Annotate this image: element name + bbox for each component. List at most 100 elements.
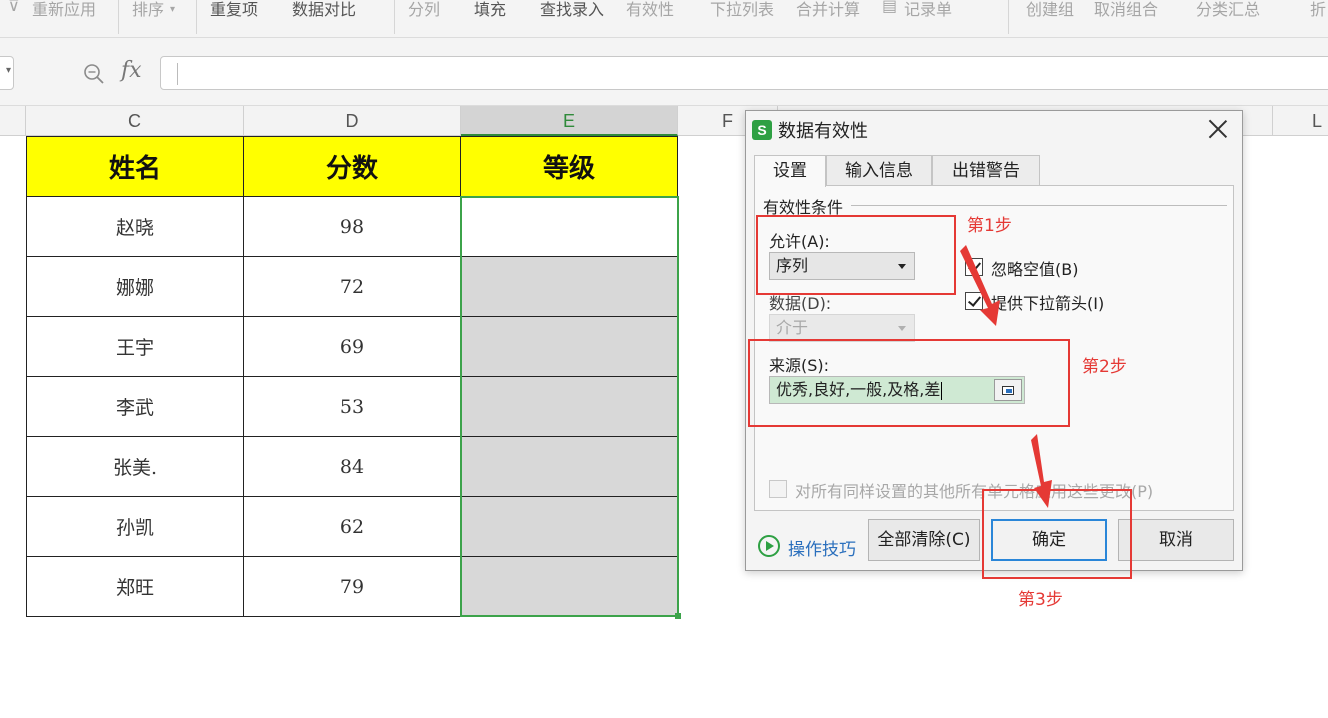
allow-select-value: 序列 (776, 256, 809, 275)
cell-name[interactable]: 王宇 (26, 316, 244, 377)
cell-name[interactable]: 娜娜 (26, 256, 244, 317)
dialog-title: 数据有效性 (778, 121, 868, 142)
cell-name[interactable]: 赵晓 (26, 196, 244, 257)
header-cell-name[interactable]: 姓名 (26, 136, 244, 197)
step3-annotation: 第3步 (1018, 590, 1063, 610)
record-form-button[interactable]: 记录单 (904, 0, 952, 20)
cell-score[interactable]: 62 (243, 496, 461, 557)
split-column-button[interactable]: 分列 (408, 0, 440, 20)
allow-select[interactable]: 序列 (769, 252, 915, 280)
column-header-l[interactable]: L (1272, 106, 1328, 136)
data-validation-dialog: S 数据有效性 设置 输入信息 出错警告 有效性条件 允许(A): 序列 忽略空… (745, 110, 1243, 571)
name-box-dropdown-icon[interactable]: ▾ (6, 65, 11, 76)
cell-score[interactable]: 72 (243, 256, 461, 317)
table-row: 王宇 69 (26, 316, 678, 377)
cell-score[interactable]: 79 (243, 556, 461, 617)
subtotal-button[interactable]: 分类汇总 (1196, 0, 1260, 20)
tab-input-message[interactable]: 输入信息 (826, 155, 932, 185)
chevron-down-icon (898, 326, 906, 331)
sort-dropdown-icon[interactable]: ▾ (170, 4, 175, 15)
ribbon-toolbar: ⊽ 重新应用 排序 ▾ 重复项 数据对比 分列 填充 查找录入 有效性 下拉列表… (0, 0, 1328, 38)
validity-button[interactable]: 有效性 (626, 0, 674, 20)
data-compare-button[interactable]: 数据对比 (292, 0, 356, 20)
cell-grade[interactable] (460, 316, 678, 377)
data-select-value: 介于 (776, 318, 809, 337)
ungroup-button[interactable]: 取消组合 (1094, 0, 1158, 20)
tab-error-alert[interactable]: 出错警告 (932, 155, 1040, 185)
tips-link[interactable]: 操作技巧 (788, 535, 856, 560)
cell-name[interactable]: 郑旺 (26, 556, 244, 617)
table-row: 娜娜 72 (26, 256, 678, 317)
column-header-d[interactable]: D (244, 106, 461, 136)
wps-logo-icon: S (752, 120, 772, 140)
duplicates-button[interactable]: 重复项 (210, 0, 258, 20)
table-row: 赵晓 98 (26, 196, 678, 257)
cancel-button[interactable]: 取消 (1118, 519, 1234, 561)
consolidate-button[interactable]: 合并计算 (796, 0, 860, 20)
collapse-button[interactable]: 折 (1310, 0, 1326, 20)
create-group-button[interactable]: 创建组 (1026, 0, 1074, 20)
dropdown-list-button[interactable]: 下拉列表 (710, 0, 774, 20)
name-box[interactable]: ▾ (0, 56, 14, 90)
validity-criteria-label: 有效性条件 (763, 194, 846, 218)
column-header-b[interactable] (0, 106, 26, 136)
reapply-button[interactable]: 重新应用 (32, 0, 96, 20)
apply-all-label: 对所有同样设置的其他所有单元格应用这些更改(P) (795, 482, 1154, 501)
cell-score[interactable]: 84 (243, 436, 461, 497)
data-select: 介于 (769, 314, 915, 342)
data-label: 数据(D): (769, 294, 832, 313)
formula-bar: ▾ fx (0, 38, 1328, 106)
column-header-c[interactable]: C (26, 106, 244, 136)
header-cell-score[interactable]: 分数 (243, 136, 461, 197)
fill-handle[interactable] (675, 613, 681, 619)
ignore-blank-label[interactable]: 忽略空值(B) (991, 256, 1078, 280)
in-cell-dropdown-label[interactable]: 提供下拉箭头(I) (991, 290, 1104, 314)
chevron-down-icon (898, 264, 906, 269)
header-cell-grade[interactable]: 等级 (460, 136, 678, 197)
tab-settings[interactable]: 设置 (754, 155, 826, 187)
table-row: 郑旺 79 (26, 556, 678, 617)
group-divider (851, 205, 1227, 206)
ok-button[interactable]: 确定 (991, 519, 1107, 561)
cell-score[interactable]: 98 (243, 196, 461, 257)
cell-name[interactable]: 张美. (26, 436, 244, 497)
in-cell-dropdown-checkbox[interactable] (965, 292, 983, 310)
play-tips-icon[interactable] (758, 535, 780, 557)
source-input-value: 优秀,良好,一般,及格,差 (776, 380, 941, 399)
cell-grade[interactable] (460, 256, 678, 317)
fill-button[interactable]: 填充 (474, 0, 506, 20)
cell-score[interactable]: 69 (243, 316, 461, 377)
table-row: 孙凯 62 (26, 496, 678, 557)
cell-name[interactable]: 李武 (26, 376, 244, 437)
cell-grade[interactable] (460, 496, 678, 557)
table-header-row: 姓名 分数 等级 (26, 136, 678, 197)
dialog-title-bar[interactable]: S 数据有效性 (746, 111, 1242, 147)
source-label: 来源(S): (769, 356, 830, 375)
filter-reapply-icon[interactable]: ⊽ (8, 0, 20, 15)
allow-label: 允许(A): (769, 232, 830, 251)
ignore-blank-checkbox[interactable] (965, 258, 983, 276)
apply-all-checkbox (769, 480, 787, 498)
sort-button[interactable]: 排序 (132, 0, 164, 20)
step2-annotation: 第2步 (1082, 357, 1127, 377)
range-picker-icon[interactable] (994, 379, 1022, 401)
cell-grade[interactable] (460, 556, 678, 617)
table-row: 张美. 84 (26, 436, 678, 497)
cell-name[interactable]: 孙凯 (26, 496, 244, 557)
zoom-icon[interactable] (82, 62, 106, 86)
source-input[interactable]: 优秀,良好,一般,及格,差 (769, 376, 1025, 404)
column-header-e[interactable]: E (461, 106, 678, 136)
record-form-icon[interactable]: ▤ (882, 0, 897, 15)
table-row: 李武 53 (26, 376, 678, 437)
fx-icon[interactable]: fx (121, 58, 142, 83)
clear-all-button[interactable]: 全部清除(C) (868, 519, 980, 561)
cell-grade[interactable] (460, 436, 678, 497)
score-table: 姓名 分数 等级 赵晓 98 娜娜 72 王宇 69 李武 53 张美. 84 … (26, 136, 678, 617)
step1-annotation: 第1步 (967, 216, 1012, 236)
cell-score[interactable]: 53 (243, 376, 461, 437)
close-icon[interactable] (1208, 119, 1228, 139)
formula-input[interactable] (160, 56, 1328, 90)
lookup-entry-button[interactable]: 查找录入 (540, 0, 604, 20)
cell-grade[interactable] (460, 196, 678, 257)
cell-grade[interactable] (460, 376, 678, 437)
